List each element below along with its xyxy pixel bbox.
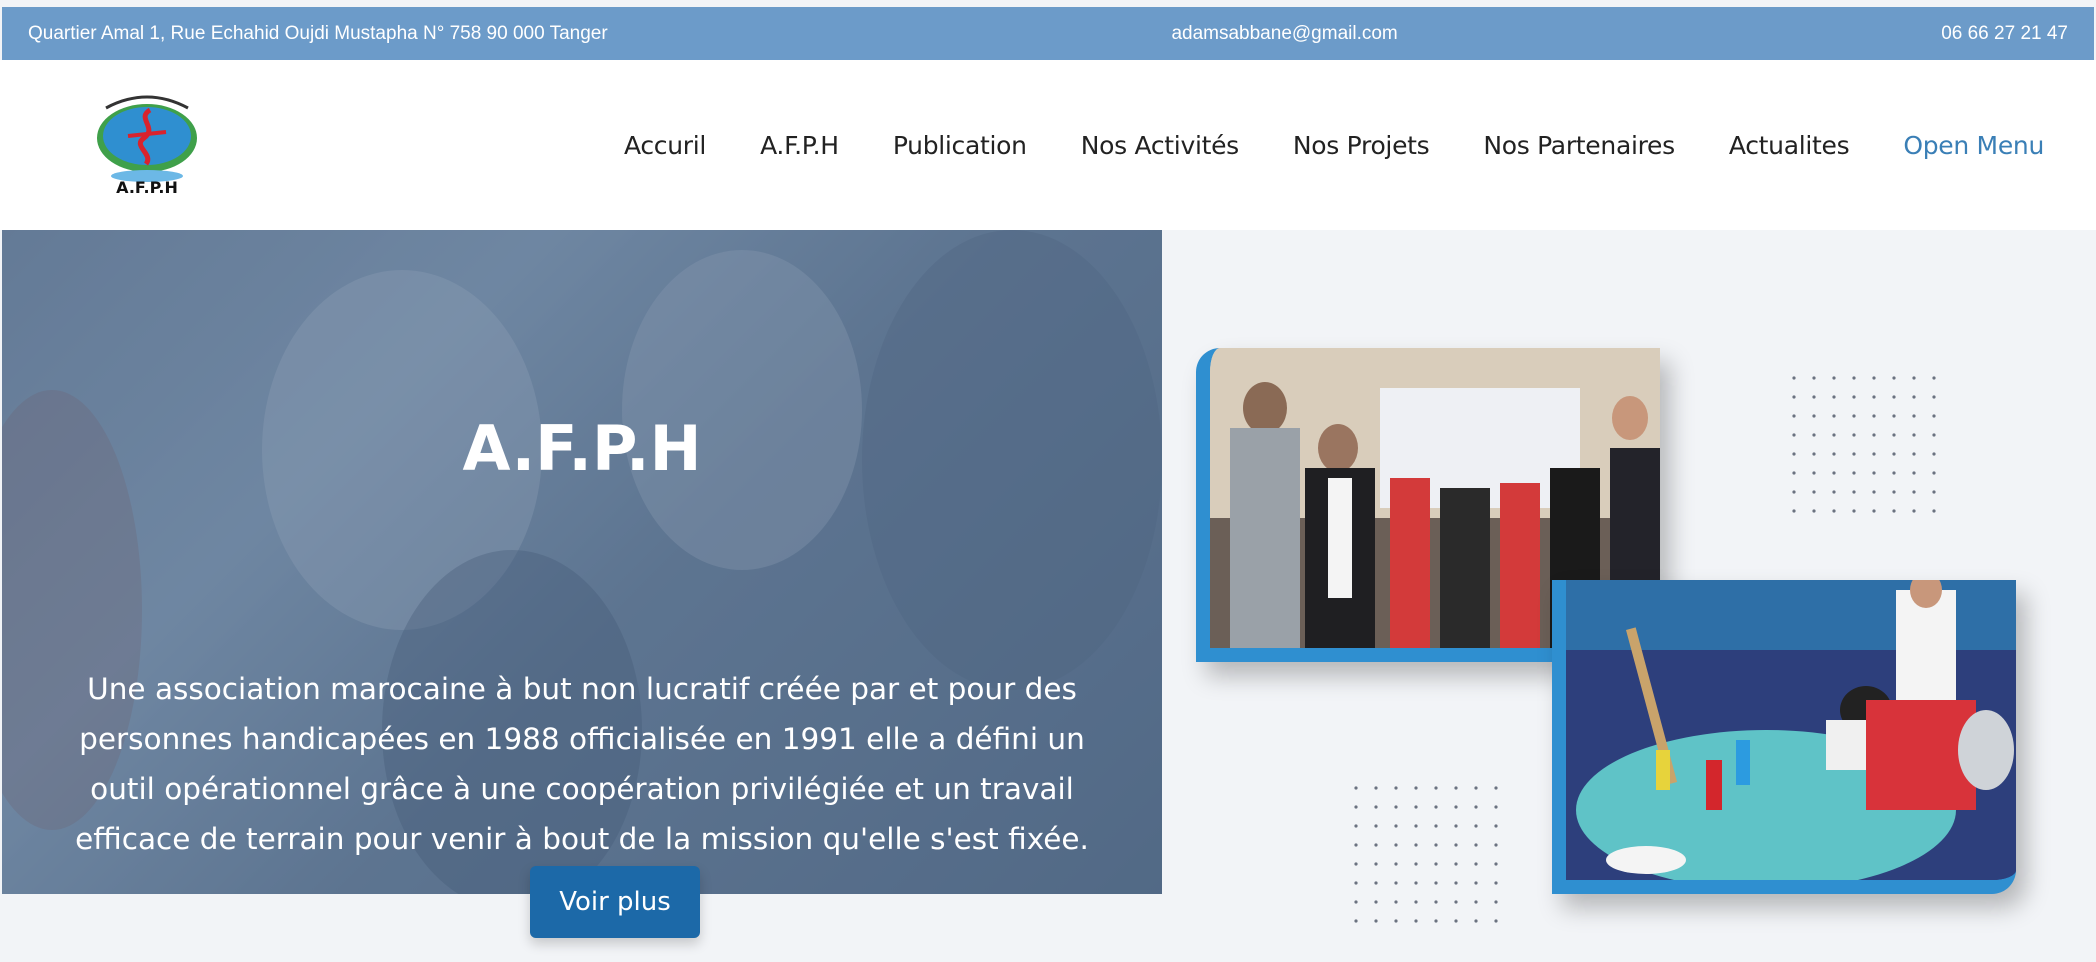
open-menu-button[interactable]: Open Menu bbox=[1903, 131, 2044, 160]
nav-item-activites[interactable]: Nos Activités bbox=[1081, 131, 1239, 160]
activity-photo-painting bbox=[1552, 580, 2016, 894]
logo-text: A.F.P.H bbox=[116, 178, 178, 197]
site-logo[interactable]: A.F.P.H bbox=[88, 88, 206, 200]
nav-item-publication[interactable]: Publication bbox=[893, 131, 1027, 160]
top-info-bar: Quartier Amal 1, Rue Echahid Oujdi Musta… bbox=[2, 7, 2094, 60]
hero-title: A.F.P.H bbox=[462, 412, 702, 485]
nav-item-afph[interactable]: A.F.P.H bbox=[760, 131, 839, 160]
main-nav: Accuril A.F.P.H Publication Nos Activité… bbox=[624, 60, 2044, 230]
nav-item-actualites[interactable]: Actualites bbox=[1729, 131, 1850, 160]
hero-banner: A.F.P.H Une association marocaine à but … bbox=[2, 230, 1162, 894]
voir-plus-button[interactable]: Voir plus bbox=[530, 866, 700, 938]
painting-workshop-image bbox=[1566, 580, 2016, 880]
nav-item-partenaires[interactable]: Nos Partenaires bbox=[1483, 131, 1675, 160]
phone-link[interactable]: 06 66 27 21 47 bbox=[1941, 23, 2068, 45]
address-text: Quartier Amal 1, Rue Echahid Oujdi Musta… bbox=[28, 22, 608, 44]
site-header: A.F.P.H Accuril A.F.P.H Publication Nos … bbox=[0, 60, 2096, 230]
nav-item-projets[interactable]: Nos Projets bbox=[1293, 131, 1430, 160]
hero-description: Une association marocaine à but non lucr… bbox=[75, 672, 1089, 856]
email-link[interactable]: adamsabbane@gmail.com bbox=[928, 23, 1941, 45]
decorative-dots-icon bbox=[1792, 376, 1936, 513]
decorative-dots-icon bbox=[1354, 786, 1498, 923]
nav-item-accueil[interactable]: Accuril bbox=[624, 131, 706, 160]
